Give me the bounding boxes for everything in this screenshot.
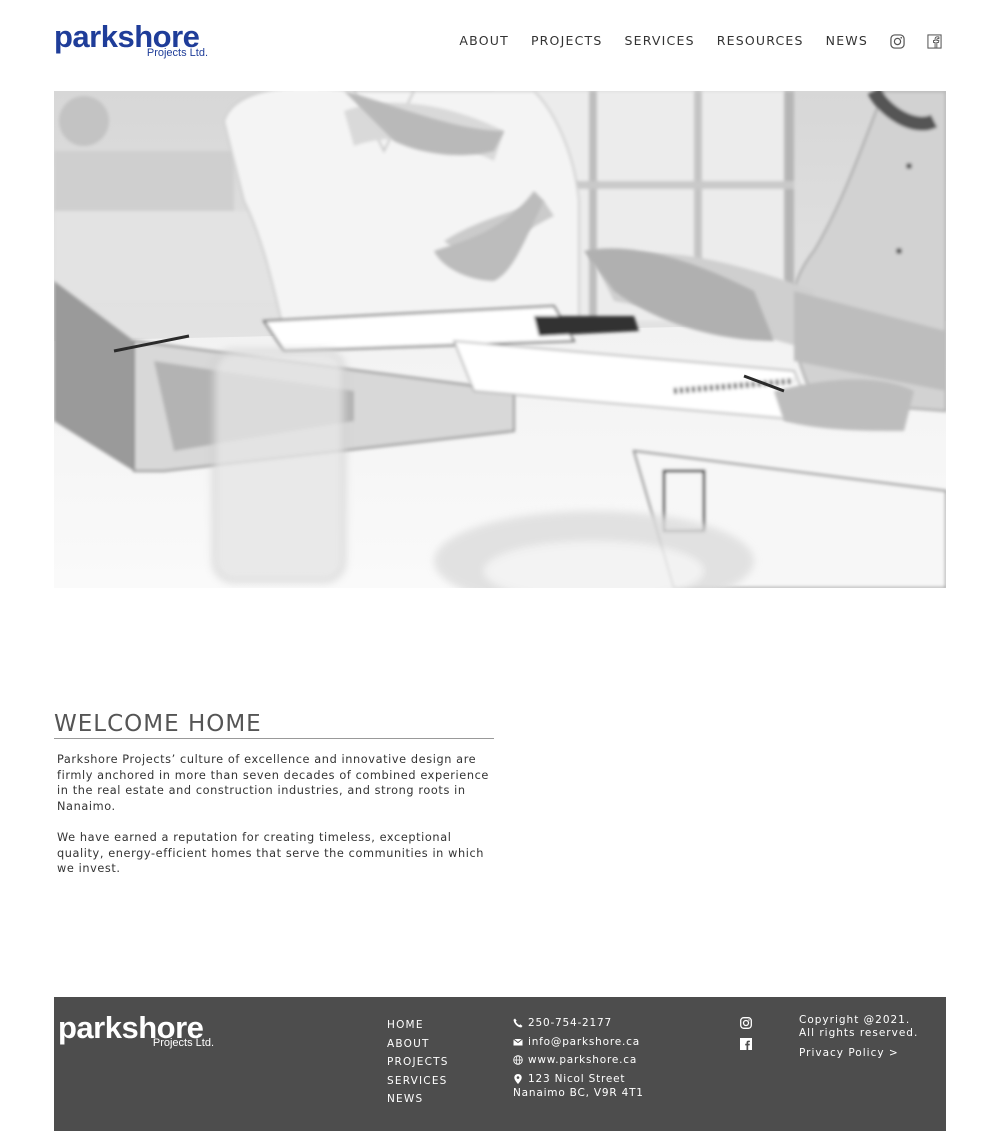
page: parkshore Projects Ltd. ABOUT PROJECTS S… xyxy=(0,0,1000,1131)
footer-nav-news[interactable]: NEWS xyxy=(387,1090,449,1109)
nav-services[interactable]: SERVICES xyxy=(624,33,694,49)
site-footer: parkshore Projects Ltd. HOME ABOUT PROJE… xyxy=(54,997,946,1131)
address-line-2: Nanaimo BC, V9R 4T1 xyxy=(513,1087,644,1100)
footer-logo[interactable]: parkshore Projects Ltd. xyxy=(58,1011,218,1053)
footer-nav-services[interactable]: SERVICES xyxy=(387,1072,449,1091)
copyright-line: Copyright @2021. xyxy=(799,1014,911,1026)
instagram-icon[interactable] xyxy=(890,33,905,49)
address-text: 123 Nicol Street Nanaimo BC, V9R 4T1 xyxy=(513,1072,644,1100)
mail-icon xyxy=(513,1037,523,1047)
footer-nav-projects[interactable]: PROJECTS xyxy=(387,1053,449,1072)
contact-address: 123 Nicol Street Nanaimo BC, V9R 4T1 xyxy=(513,1072,644,1100)
nav-about[interactable]: ABOUT xyxy=(459,33,509,49)
welcome-title: WELCOME HOME xyxy=(54,711,262,737)
instagram-icon[interactable] xyxy=(740,1017,752,1029)
facebook-icon[interactable] xyxy=(927,33,942,49)
welcome-paragraph: Parkshore Projects’ culture of excellenc… xyxy=(57,753,489,813)
site-logo[interactable]: parkshore Projects Ltd. xyxy=(54,20,214,64)
footer-contact: 250-754-2177 info@parkshore.ca www.parks… xyxy=(513,1016,644,1105)
footer-nav-home[interactable]: HOME xyxy=(387,1016,449,1035)
globe-icon xyxy=(513,1055,523,1066)
nav-resources[interactable]: RESOURCES xyxy=(717,33,804,49)
nav-news[interactable]: NEWS xyxy=(826,33,868,49)
contact-email[interactable]: info@parkshore.ca xyxy=(513,1035,644,1049)
welcome-paragraph: We have earned a reputation for creating… xyxy=(57,830,485,876)
title-divider xyxy=(54,738,494,739)
phone-icon xyxy=(513,1018,523,1028)
hero-image xyxy=(54,91,946,588)
rights-line: All rights reserved. xyxy=(799,1027,919,1039)
nav-projects[interactable]: PROJECTS xyxy=(531,33,603,49)
location-pin-icon xyxy=(513,1074,523,1085)
phone-number: 250-754-2177 xyxy=(528,1017,612,1029)
website-url: www.parkshore.ca xyxy=(528,1054,638,1067)
logo-subtitle: Projects Ltd. xyxy=(146,47,208,59)
email-address: info@parkshore.ca xyxy=(528,1035,640,1048)
footer-logo-subtitle: Projects Ltd. xyxy=(152,1037,214,1049)
facebook-icon[interactable] xyxy=(740,1038,752,1050)
footer-nav-about[interactable]: ABOUT xyxy=(387,1035,449,1054)
welcome-body: Parkshore Projects’ culture of excellenc… xyxy=(57,752,495,892)
main-nav: ABOUT PROJECTS SERVICES RESOURCES NEWS xyxy=(437,33,942,49)
address-line-1: 123 Nicol Street xyxy=(528,1073,626,1086)
contact-website[interactable]: www.parkshore.ca xyxy=(513,1053,644,1067)
footer-nav: HOME ABOUT PROJECTS SERVICES NEWS xyxy=(387,1016,449,1109)
footer-social xyxy=(740,1017,752,1059)
contact-phone[interactable]: 250-754-2177 xyxy=(513,1016,644,1030)
footer-copyright: Copyright @2021. All rights reserved. Pr… xyxy=(799,1014,918,1060)
privacy-policy-link[interactable]: Privacy Policy > xyxy=(799,1047,918,1060)
meeting-photo xyxy=(54,91,946,588)
